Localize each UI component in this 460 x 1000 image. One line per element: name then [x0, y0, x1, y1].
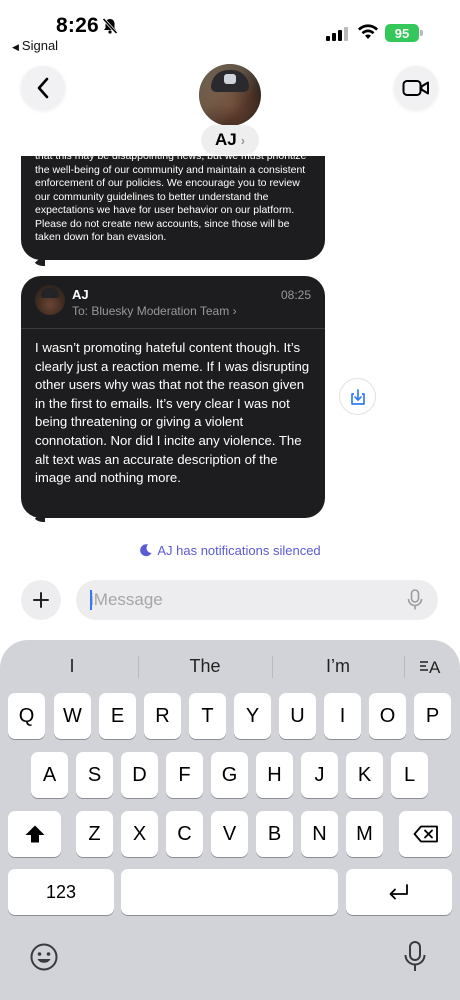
key-t[interactable]: T — [189, 693, 226, 739]
key-j[interactable]: J — [301, 752, 338, 798]
text-format-letter: A — [429, 658, 441, 676]
key-b[interactable]: B — [256, 811, 293, 857]
sender-avatar-cap — [41, 288, 59, 298]
download-tray-icon — [350, 388, 365, 405]
key-z[interactable]: Z — [76, 811, 113, 857]
key-i[interactable]: I — [324, 693, 361, 739]
wifi-icon — [358, 24, 378, 39]
emoji-icon[interactable] — [29, 942, 59, 972]
suggestion-1[interactable]: I — [8, 650, 136, 682]
key-n[interactable]: N — [301, 811, 338, 857]
key-r[interactable]: R — [144, 693, 181, 739]
key-e[interactable]: E — [99, 693, 136, 739]
email-sender: AJ — [72, 287, 89, 302]
suggestion-2[interactable]: The — [140, 650, 270, 682]
silenced-text: AJ has notifications silenced — [157, 543, 321, 558]
previous-message-bubble[interactable]: that this may be disappointing news, but… — [21, 156, 325, 260]
keyboard-dictation-mic-icon[interactable] — [403, 940, 427, 974]
key-q[interactable]: Q — [8, 693, 45, 739]
avatar-cap-logo — [224, 74, 236, 84]
return-key[interactable] — [346, 869, 452, 915]
suggestion-divider — [272, 656, 273, 678]
key-m[interactable]: M — [346, 811, 383, 857]
save-download-button[interactable] — [339, 378, 376, 415]
chevron-left-icon — [37, 77, 49, 99]
space-key[interactable] — [121, 869, 338, 915]
text-format-button[interactable]: A — [412, 650, 452, 682]
keyboard: I The I’m A Q W E R T Y U I O P A S D F … — [0, 640, 460, 1000]
plus-icon — [33, 592, 49, 608]
battery-indicator: 95 — [385, 24, 419, 42]
return-arrow-icon — [389, 884, 408, 900]
back-button[interactable] — [21, 66, 65, 110]
contact-name-button[interactable]: AJ › — [201, 125, 259, 155]
key-o[interactable]: O — [369, 693, 406, 739]
key-w[interactable]: W — [54, 693, 91, 739]
contact-avatar[interactable] — [199, 64, 261, 126]
key-f[interactable]: F — [166, 752, 203, 798]
key-c[interactable]: C — [166, 811, 203, 857]
sender-avatar — [35, 285, 65, 315]
message-input[interactable] — [90, 588, 390, 612]
bell-slash-icon — [102, 17, 118, 35]
delete-backspace-icon — [413, 825, 438, 843]
suggestion-divider — [404, 656, 405, 678]
key-u[interactable]: U — [279, 693, 316, 739]
email-to-label: To: — [72, 304, 89, 318]
recipient-chevron-icon: › — [232, 304, 237, 318]
battery-cap — [420, 30, 423, 36]
key-y[interactable]: Y — [234, 693, 271, 739]
key-p[interactable]: P — [414, 693, 451, 739]
shift-arrow-icon — [25, 825, 44, 843]
key-v[interactable]: V — [211, 811, 248, 857]
moon-icon — [140, 544, 152, 557]
email-body: I wasn’t promoting hateful content thoug… — [35, 340, 310, 486]
numbers-key[interactable]: 123 — [8, 869, 114, 915]
back-app-label: Signal — [21, 38, 59, 53]
notifications-silenced-notice: AJ has notifications silenced — [0, 543, 460, 558]
key-h[interactable]: H — [256, 752, 293, 798]
key-k[interactable]: K — [346, 752, 383, 798]
predictive-bar: I The I’m A — [0, 650, 460, 682]
delete-key[interactable] — [399, 811, 452, 857]
facetime-video-button[interactable] — [394, 66, 438, 110]
email-message-bubble[interactable]: AJ To: Bluesky Moderation Team › 08:25 I… — [21, 276, 325, 518]
dictation-mic-icon[interactable] — [407, 589, 423, 611]
apps-plus-button[interactable] — [21, 580, 61, 620]
back-to-app-link[interactable]: ◀ Signal — [12, 38, 58, 53]
key-a[interactable]: A — [31, 752, 68, 798]
key-d[interactable]: D — [121, 752, 158, 798]
video-camera-icon — [402, 80, 429, 96]
text-format-icon: A — [420, 658, 441, 676]
email-time: 08:25 — [280, 288, 311, 302]
suggestion-3[interactable]: I’m — [274, 650, 402, 682]
chevron-right-icon: › — [240, 132, 246, 148]
key-g[interactable]: G — [211, 752, 248, 798]
previous-message-text: that this may be disappointing news, but… — [35, 156, 307, 243]
back-triangle-icon: ◀ — [12, 42, 19, 52]
key-x[interactable]: X — [121, 811, 158, 857]
status-bar: 8:26 ◀ Signal 95 — [0, 0, 460, 56]
cellular-signal-icon — [326, 27, 348, 41]
suggestion-divider — [138, 656, 139, 678]
shift-key[interactable] — [8, 811, 61, 857]
email-recipient: Bluesky Moderation Team — [91, 304, 230, 318]
email-header: AJ To: Bluesky Moderation Team › 08:25 — [21, 276, 325, 329]
status-time: 8:26 — [56, 14, 99, 37]
message-input-container[interactable] — [76, 580, 438, 620]
text-caret — [90, 590, 92, 610]
key-s[interactable]: S — [76, 752, 113, 798]
key-l[interactable]: L — [391, 752, 428, 798]
email-recipient-line[interactable]: To: Bluesky Moderation Team › — [72, 304, 237, 318]
contact-name: AJ — [214, 130, 237, 149]
